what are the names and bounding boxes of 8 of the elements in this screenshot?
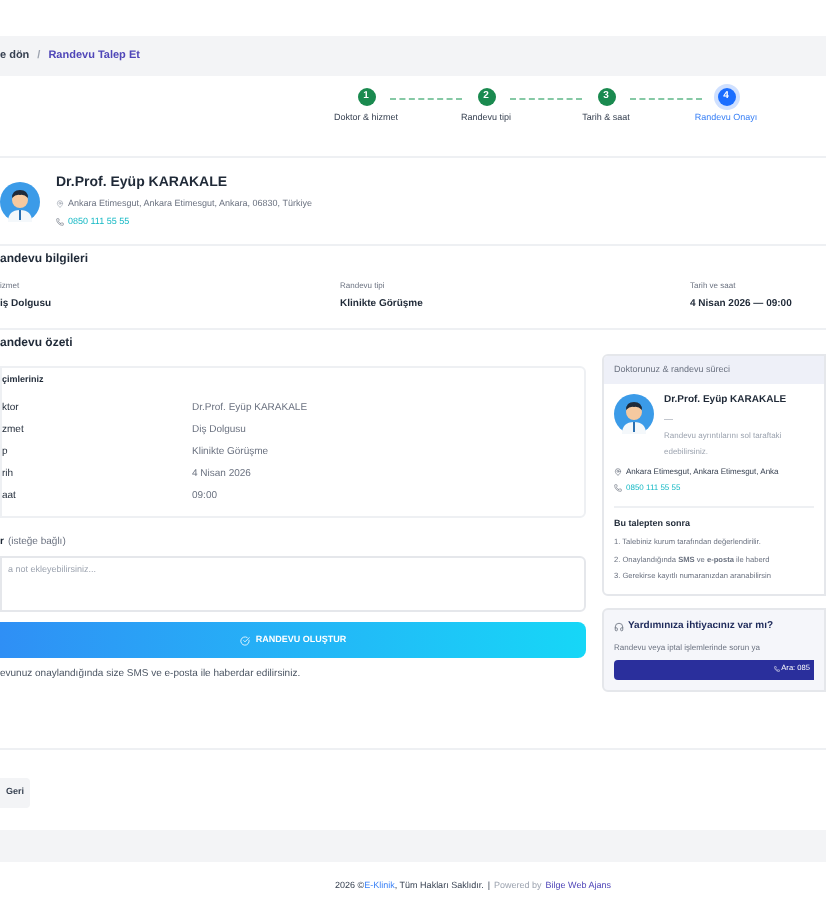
phone-icon — [614, 484, 622, 493]
phone-icon — [773, 666, 780, 673]
location-icon — [614, 468, 622, 477]
phone-icon — [56, 218, 64, 227]
location-icon — [56, 200, 64, 209]
doctor-avatar-icon — [614, 394, 654, 434]
check-icon — [239, 635, 250, 646]
headset-icon — [614, 622, 624, 633]
